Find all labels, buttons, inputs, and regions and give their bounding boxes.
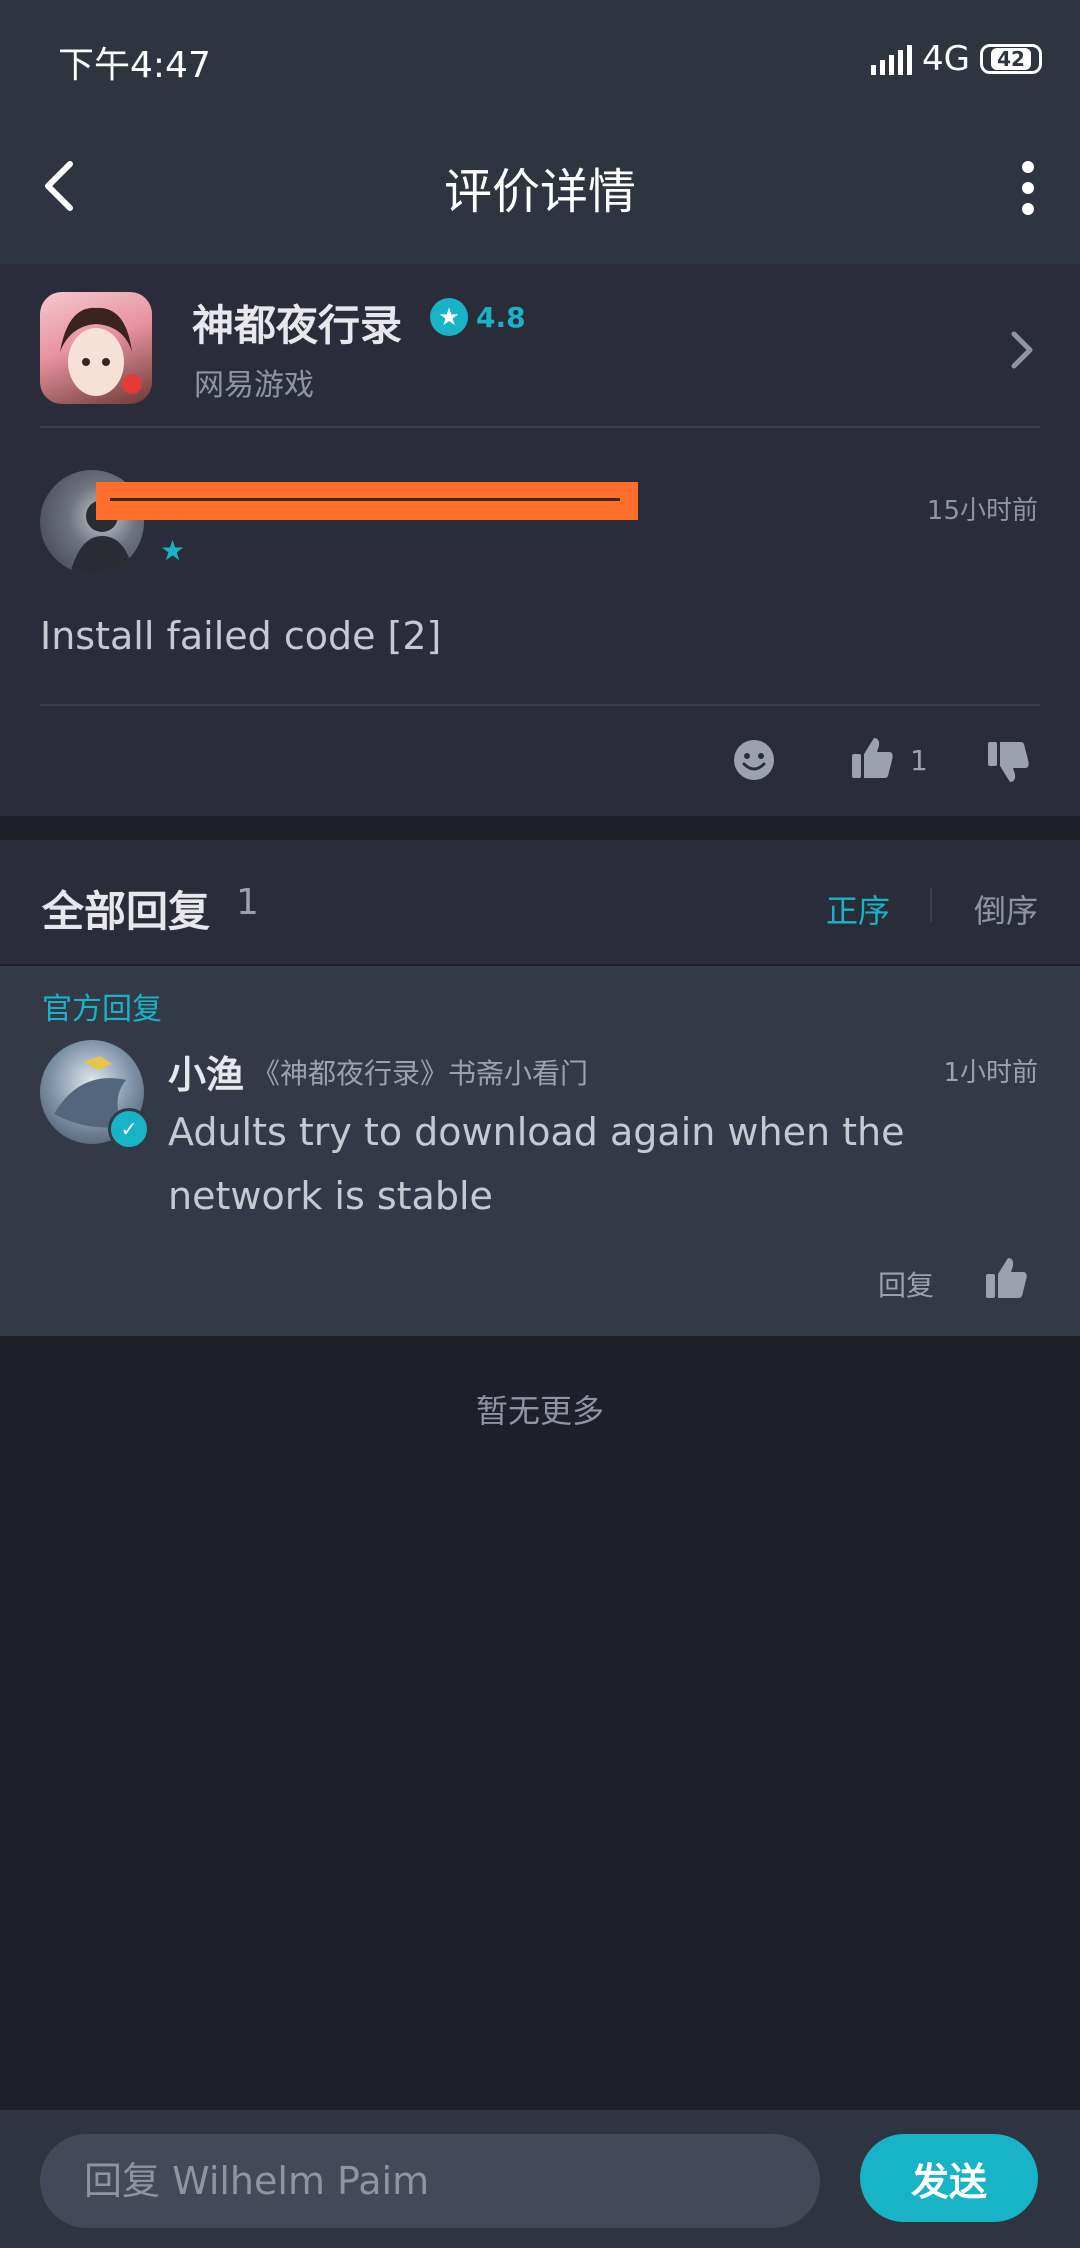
send-button[interactable]: 发送	[860, 2134, 1038, 2222]
thumbs-down-icon[interactable]	[986, 740, 1030, 784]
official-reply-label: 官方回复	[42, 992, 162, 1027]
emoji-icon[interactable]	[732, 738, 776, 782]
review-text: Install failed code [2]	[40, 614, 442, 658]
verified-badge-icon: ✓	[108, 1108, 150, 1150]
sort-ascending-tab[interactable]: 正序	[826, 886, 890, 932]
sort-descending-tab[interactable]: 倒序	[974, 886, 1038, 932]
status-time: 下午4:47	[58, 45, 211, 86]
thumbs-up-icon[interactable]	[850, 736, 894, 780]
rating-value: 4.8	[476, 300, 526, 334]
reply-input[interactable]	[40, 2134, 820, 2228]
replies-count: 1	[236, 882, 259, 923]
reply-action-button[interactable]: 回复	[878, 1264, 934, 1304]
thumbs-up-icon[interactable]	[984, 1256, 1028, 1300]
battery-level: 42	[991, 48, 1031, 70]
page-title: 评价详情	[443, 164, 636, 220]
divider	[40, 426, 1040, 428]
review-detail-screen: 下午4:47 4G 42 评价详情 神都夜行录 ★ 4.8 网易游戏 ★ 15小…	[0, 0, 1080, 2248]
app-icon[interactable]	[40, 292, 152, 404]
review-time: 15小时前	[926, 496, 1038, 526]
star-icon: ★	[430, 298, 468, 336]
reply-time: 1小时前	[943, 1058, 1038, 1088]
replies-title: 全部回复	[42, 887, 211, 936]
user-rating-star-icon: ★	[160, 534, 186, 567]
replier-title: 《神都夜行录》书斋小看门	[252, 1057, 589, 1090]
more-vertical-icon[interactable]	[1016, 160, 1040, 216]
reply-text: Adults try to download again when the ne…	[168, 1110, 905, 1218]
replier-name[interactable]: 小渔	[168, 1044, 244, 1099]
app-developer: 网易游戏	[194, 368, 314, 403]
app-rating: ★ 4.8	[430, 298, 526, 336]
no-more-text: 暂无更多	[475, 1392, 604, 1430]
app-name[interactable]: 神都夜行录	[192, 292, 402, 353]
network-type: 4G	[922, 39, 970, 79]
chevron-right-icon[interactable]	[1008, 328, 1036, 372]
like-count: 1	[910, 744, 928, 777]
signal-icon	[871, 43, 913, 75]
redacted-username	[96, 482, 638, 520]
status-indicators: 4G 42	[871, 36, 1042, 82]
battery-icon: 42	[980, 44, 1042, 74]
sort-divider	[930, 888, 932, 922]
redaction-strike	[110, 498, 620, 501]
divider	[40, 704, 1040, 706]
